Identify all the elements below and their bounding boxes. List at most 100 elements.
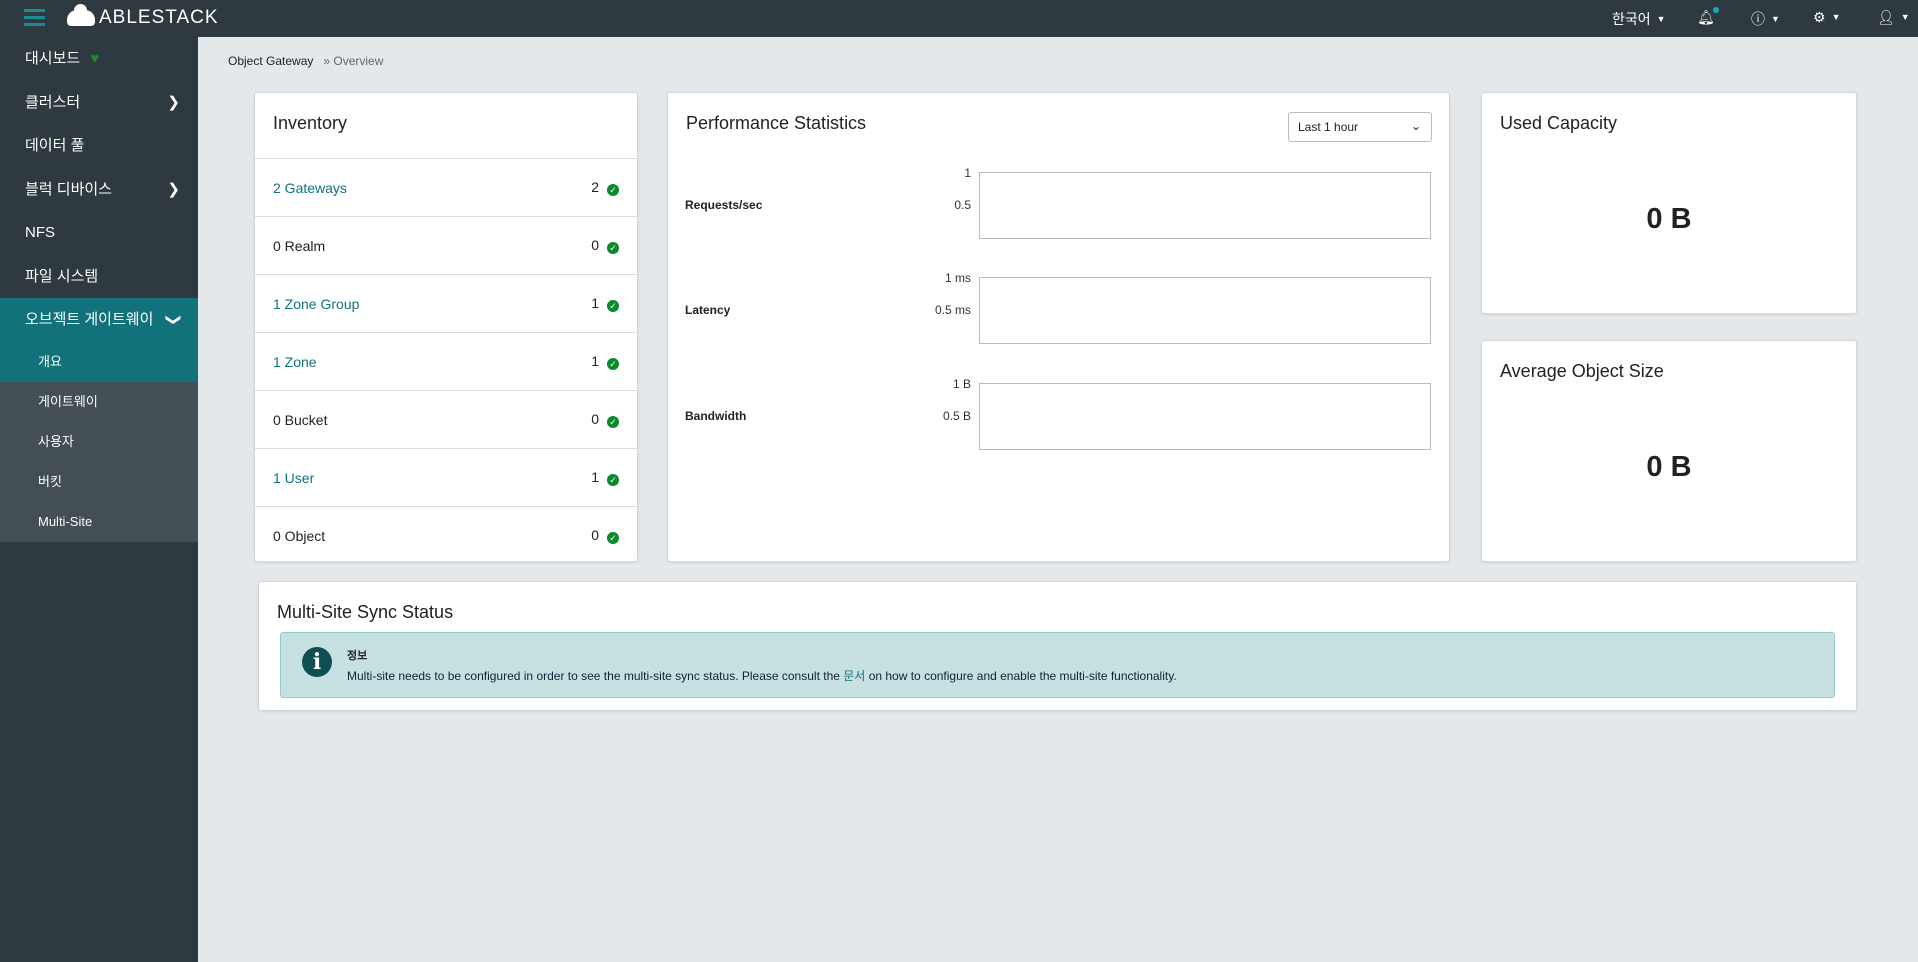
inventory-count: 2 ✓: [591, 179, 619, 196]
notifications-bell-icon[interactable]: 🔔︎: [1697, 7, 1719, 26]
count: 0: [591, 411, 599, 427]
chevron-right-icon: ❯: [167, 93, 180, 111]
check-circle-icon: ✓: [607, 300, 619, 312]
label: 블럭 디바이스: [25, 180, 112, 198]
inventory-row: 1 User 1 ✓: [255, 448, 637, 506]
sidebar-subitem-gateways[interactable]: 게이트웨이: [0, 382, 198, 422]
count: 2: [591, 179, 599, 195]
average-object-size-card: Average Object Size 0 B: [1481, 340, 1857, 562]
y-tick-max: 1 B: [952, 377, 971, 391]
sidebar-item-nfs[interactable]: NFS: [0, 211, 198, 255]
brand-logo[interactable]: ABLESTACK: [67, 4, 219, 29]
inventory-count: 0 ✓: [591, 411, 619, 428]
card-title: Multi-Site Sync Status: [277, 602, 454, 622]
inventory-link[interactable]: 1 User: [273, 470, 314, 486]
label: 대시보드: [25, 50, 81, 67]
time-range-select[interactable]: Last 1 hour ⌄: [1288, 112, 1432, 142]
check-circle-icon: ✓: [607, 474, 619, 486]
inventory-row: 2 Gateways 2 ✓: [255, 158, 637, 216]
inventory-count: 0 ✓: [591, 237, 619, 254]
inventory-label: 0 Bucket: [273, 411, 328, 428]
breadcrumb: Object Gateway» Overview: [228, 54, 384, 68]
chevron-down-icon: ❯: [165, 313, 183, 327]
msg-text: on how to configure and enable the multi…: [865, 669, 1177, 683]
breadcrumb-current: Overview: [333, 54, 384, 68]
chevron-down-icon: ⌄: [1410, 119, 1421, 133]
object-gateway-submenu: 개요 게이트웨이 사용자 버킷 Multi-Site: [0, 341, 198, 542]
language-label: 한국어: [1612, 11, 1651, 27]
inventory-count: 1 ✓: [591, 295, 619, 312]
card-title: Used Capacity: [1500, 113, 1618, 133]
settings-gear-icon[interactable]: ⚙ ▼: [1813, 9, 1840, 26]
metric-chart: [979, 172, 1431, 239]
inventory-row: 0 Bucket 0 ✓: [255, 390, 637, 448]
sidebar-item-block[interactable]: 블럭 디바이스 ❯: [0, 168, 198, 212]
sidebar-subitem-buckets[interactable]: 버킷: [0, 462, 198, 502]
metric-label: Bandwidth: [685, 409, 747, 423]
language-selector[interactable]: 한국어 ▼: [1612, 9, 1666, 29]
inventory-row: 0 Realm 0 ✓: [255, 216, 637, 274]
multisite-sync-card: Multi-Site Sync Status i 정보 Multi-site n…: [258, 581, 1857, 711]
sidebar-item-pools[interactable]: 데이터 풀: [0, 124, 198, 168]
y-tick-mid: 0.5 ms: [934, 303, 971, 317]
check-circle-icon: ✓: [607, 358, 619, 370]
label: NFS: [25, 224, 55, 241]
metric-label: Requests/sec: [685, 198, 763, 212]
used-capacity-value: 0 B: [1646, 203, 1692, 235]
sidebar-item-dashboard[interactable]: 대시보드 ♥: [0, 37, 198, 81]
alert-title: 정보: [347, 650, 368, 662]
check-circle-icon: ✓: [607, 532, 619, 544]
documentation-link[interactable]: 문서: [843, 669, 865, 683]
count: 1: [591, 353, 599, 369]
inventory-link[interactable]: 1 Zone Group: [273, 296, 359, 312]
heartbeat-icon: ♥: [90, 50, 100, 67]
sidebar-subitem-overview[interactable]: 개요: [0, 341, 198, 382]
inventory-label: 0 Object: [273, 527, 326, 544]
sidebar: 대시보드 ♥ 클러스터 ❯ 데이터 풀 블럭 디바이스 ❯ NFS 파일 시스템 오…: [0, 37, 198, 962]
inventory-row: 1 Zone 1 ✓: [255, 332, 637, 390]
card-title: Average Object Size: [1500, 361, 1664, 381]
sidebar-item-filesystem[interactable]: 파일 시스템: [0, 255, 198, 299]
inventory-link[interactable]: 1 Zone: [273, 354, 317, 370]
metric-chart: [979, 277, 1431, 344]
avg-object-size-value: 0 B: [1646, 451, 1692, 483]
count: 1: [591, 469, 599, 485]
label: 데이터 풀: [25, 137, 85, 154]
sidebar-subitem-users[interactable]: 사용자: [0, 422, 198, 462]
label: 파일 시스템: [25, 267, 99, 285]
used-capacity-card: Used Capacity 0 B: [1481, 92, 1857, 314]
inventory-row: 1 Zone Group 1 ✓: [255, 274, 637, 332]
y-tick-mid: 0.5: [954, 198, 971, 212]
inventory-row: 0 Object 0 ✓: [255, 506, 637, 564]
inventory-link[interactable]: 2 Gateways: [273, 180, 347, 196]
info-icon: i: [302, 647, 332, 677]
check-circle-icon: ✓: [607, 184, 619, 196]
chevron-right-icon: ❯: [167, 180, 180, 198]
check-circle-icon: ✓: [607, 242, 619, 254]
label: 클러스터: [25, 93, 81, 111]
performance-card: Performance Statistics Last 1 hour ⌄ Requ…: [667, 92, 1450, 562]
y-tick-mid: 0.5 B: [942, 409, 971, 423]
top-navbar: ABLESTACK 한국어 ▼ 🔔︎ ⓘ ▼ ⚙ ▼ 👤︎ ▼: [0, 0, 1918, 37]
user-icon[interactable]: 👤︎ ▼: [1877, 9, 1910, 26]
breadcrumb-parent[interactable]: Object Gateway: [228, 54, 313, 68]
help-icon[interactable]: ⓘ ▼: [1751, 9, 1780, 29]
count: 0: [591, 237, 599, 253]
count: 0: [591, 527, 599, 543]
brand-name: ABLESTACK: [99, 7, 219, 28]
menu-toggle-icon[interactable]: [24, 9, 45, 27]
sidebar-item-cluster[interactable]: 클러스터 ❯: [0, 81, 198, 125]
info-alert: i 정보 Multi-site needs to be configured i…: [280, 632, 1835, 698]
sidebar-subitem-multisite[interactable]: Multi-Site: [0, 502, 198, 542]
cloud-icon: [67, 4, 95, 26]
inventory-card: Inventory 2 Gateways 2 ✓ 0 Realm 0 ✓ 1 Zone Gr…: [254, 92, 638, 562]
metric-chart: [979, 383, 1431, 450]
inventory-count: 0 ✓: [591, 527, 619, 544]
count: 1: [591, 295, 599, 311]
inventory-label: 0 Realm: [273, 237, 326, 254]
sidebar-item-object-gateway[interactable]: 오브젝트 게이트웨이 ❯: [0, 298, 198, 342]
msg-text: Multi-site needs to be configured in ord…: [347, 669, 844, 683]
check-circle-icon: ✓: [607, 416, 619, 428]
label: 오브젝트 게이트웨이: [25, 311, 154, 328]
alert-message: Multi-site needs to be configured in ord…: [347, 667, 1177, 684]
